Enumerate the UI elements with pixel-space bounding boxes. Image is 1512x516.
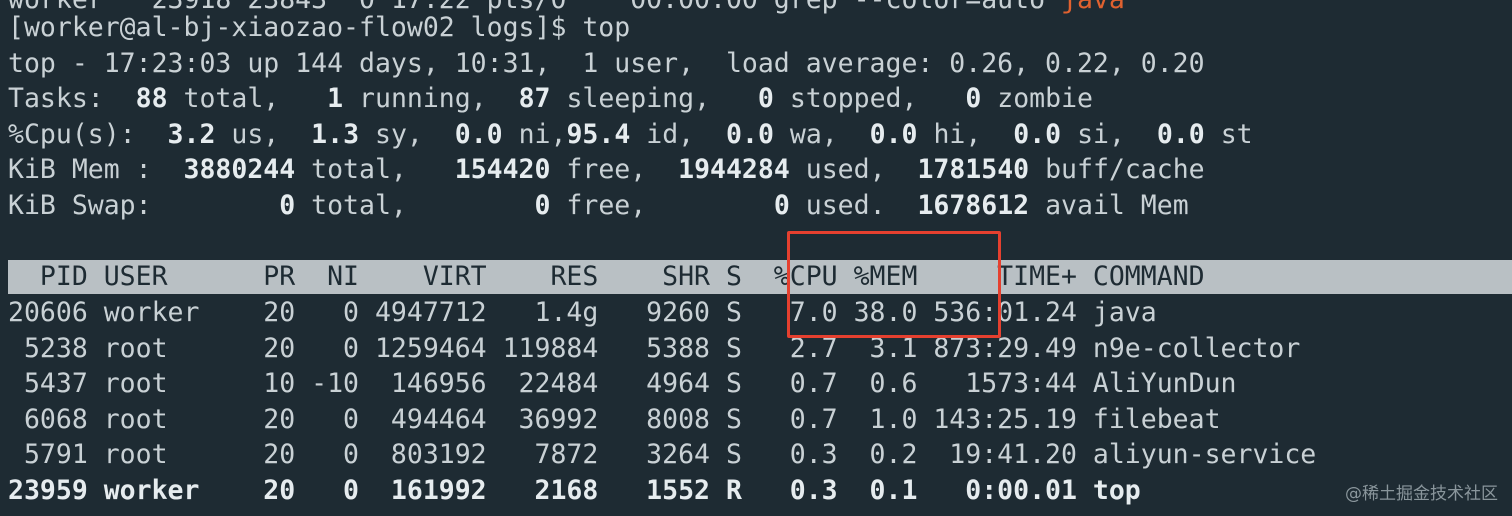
cpu-sy-label: sy,: [359, 119, 439, 150]
process-row: 5437 root 10 -10 146956 22484 4964 S 0.7…: [8, 368, 1237, 399]
tasks-running-label: running,: [343, 83, 503, 114]
cpu-hi: 0.0: [853, 119, 918, 150]
mem-used-label: used,: [789, 154, 902, 185]
process-table-header: PID USER PR NI VIRT RES SHR S %CPU %MEM …: [8, 261, 1205, 292]
process-row-current: 23959 worker 20 0 161992 2168 1552 R 0.3…: [8, 475, 1141, 506]
grep-match-highlight: java: [1061, 0, 1125, 15]
cpu-id: 95.4: [566, 119, 631, 150]
cpu-line: %Cpu(s): 3.2 us, 1.3 sy, 0.0 ni,95.4 id,…: [8, 117, 1253, 153]
cpu-wa-label: wa,: [773, 119, 854, 150]
cpu-st-label: st: [1204, 119, 1253, 150]
cpu-us: 3.2: [151, 119, 216, 150]
mem-free-label: free,: [550, 154, 663, 185]
uptime-line: top - 17:23:03 up 144 days, 10:31, 1 use…: [8, 48, 1205, 79]
tasks-stopped-label: stopped,: [773, 83, 934, 114]
cpu-ni: 0.0: [438, 119, 503, 150]
mem-label: KiB Mem :: [8, 154, 168, 185]
mem-line: KiB Mem : 3880244 total, 154420 free, 19…: [8, 152, 1205, 188]
cpu-sy: 1.3: [295, 119, 360, 150]
shell-prompt: [worker@al-bj-xiaozao-flow02 logs]$ top: [8, 12, 631, 43]
mem-total-label: total,: [295, 154, 423, 185]
tasks-zombie: 0: [933, 83, 982, 114]
tasks-running: 1: [295, 83, 344, 114]
tasks-total: 88: [119, 83, 168, 114]
process-row: 5238 root 20 0 1259464 119884 5388 S 2.7…: [8, 333, 1301, 364]
tasks-zombie-label: zombie: [981, 83, 1093, 114]
swap-avail: 1678612: [901, 190, 1030, 221]
mem-total: 3880244: [167, 154, 296, 185]
tasks-sleeping-label: sleeping,: [550, 83, 726, 114]
swap-total-label: total,: [295, 190, 423, 221]
cpu-hi-label: hi,: [917, 119, 998, 150]
tasks-total-label: total,: [167, 83, 296, 114]
swap-label: KiB Swap:: [8, 190, 152, 221]
cpu-si: 0.0: [997, 119, 1062, 150]
terminal-window[interactable]: worker 23918 23843 0 17:22 pts/0 00:00:0…: [0, 0, 1512, 516]
swap-total: 0: [151, 190, 296, 221]
swap-free: 0: [422, 190, 551, 221]
mem-cache: 1781540: [901, 154, 1030, 185]
tasks-stopped: 0: [726, 83, 774, 114]
process-row: 5791 root 20 0 803192 7872 3264 S 0.3 0.…: [8, 439, 1317, 470]
cpu-si-label: si,: [1061, 119, 1141, 150]
swap-used: 0: [662, 190, 790, 221]
cpu-us-label: us,: [215, 119, 296, 150]
mem-cache-label: buff/cache: [1029, 154, 1205, 185]
swap-avail-label: avail Mem: [1029, 190, 1189, 221]
watermark: @稀土掘金技术社区: [1345, 484, 1498, 504]
cpu-label: %Cpu(s):: [8, 119, 152, 150]
cpu-ni-label: ni,: [502, 119, 567, 150]
mem-used: 1944284: [662, 154, 790, 185]
swap-line: KiB Swap: 0 total, 0 free, 0 used. 16786…: [8, 188, 1189, 224]
mem-free: 154420: [422, 154, 551, 185]
tasks-line: Tasks: 88 total, 1 running, 87 sleeping,…: [8, 81, 1093, 117]
swap-free-label: free,: [550, 190, 663, 221]
process-row: 6068 root 20 0 494464 36992 8008 S 0.7 1…: [8, 404, 1221, 435]
tasks-label: Tasks:: [8, 83, 120, 114]
cpu-st: 0.0: [1140, 119, 1205, 150]
tasks-sleeping: 87: [502, 83, 551, 114]
swap-used-label: used.: [789, 190, 902, 221]
cpu-mem-highlight-box: [787, 231, 1001, 338]
cpu-id-label: id,: [630, 119, 711, 150]
cpu-wa: 0.0: [710, 119, 774, 150]
